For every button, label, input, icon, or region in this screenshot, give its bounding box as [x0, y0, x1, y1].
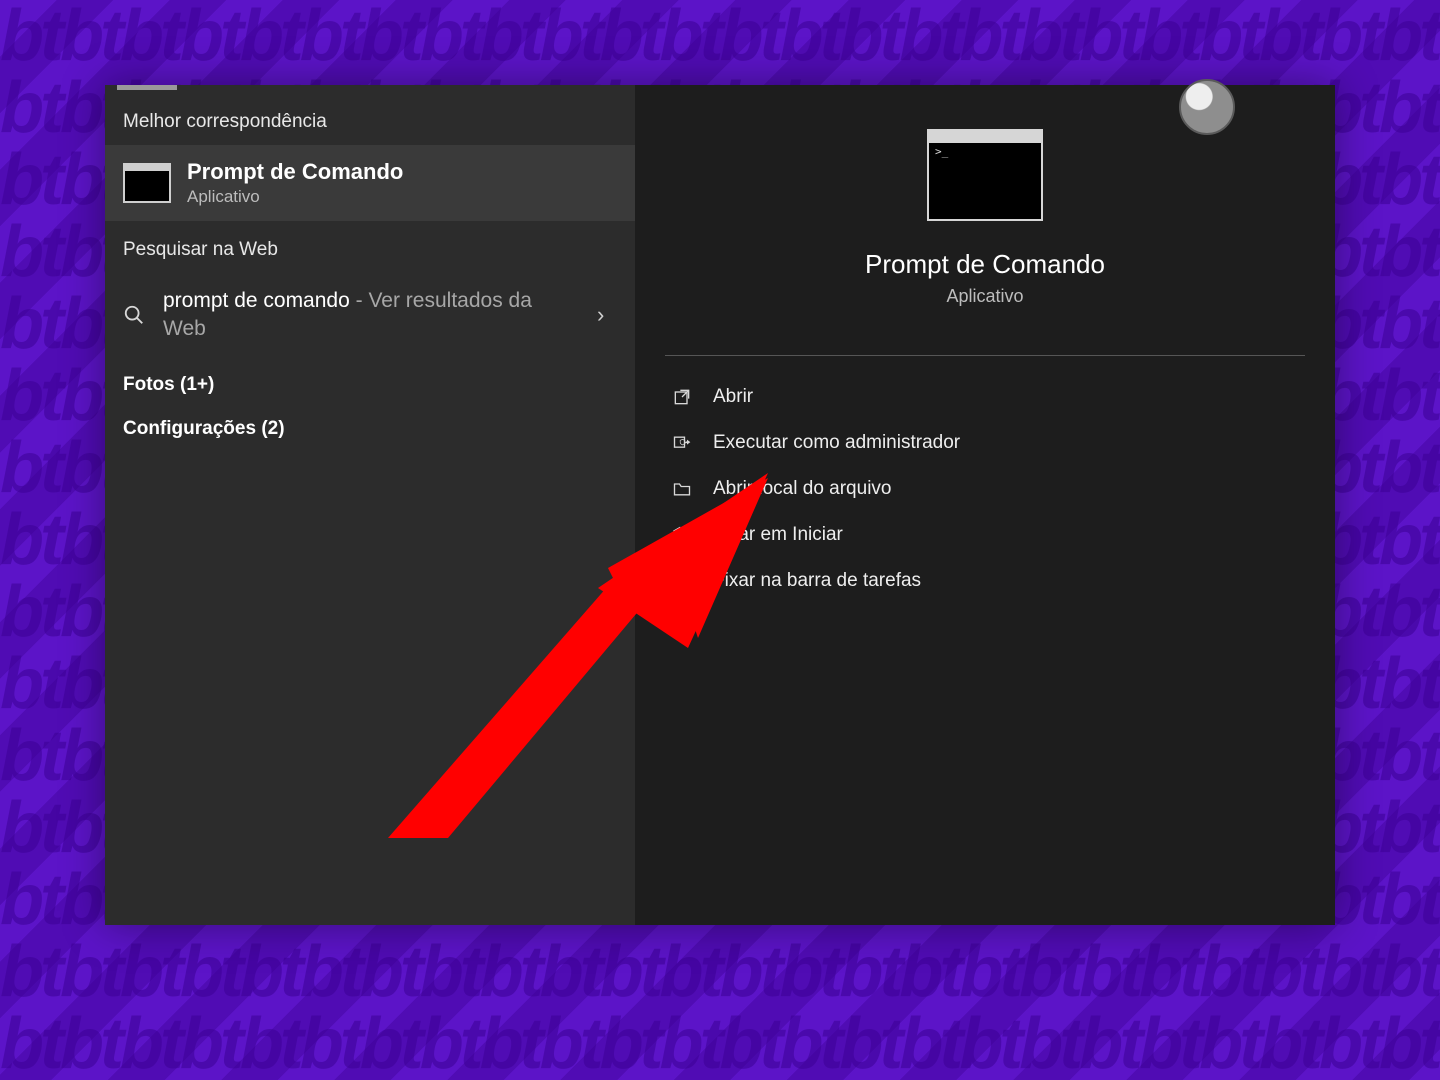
cmd-icon — [927, 129, 1043, 221]
results-column: Melhor correspondência Prompt de Comando… — [105, 85, 635, 925]
open-icon — [671, 386, 693, 408]
preview-column: Prompt de Comando Aplicativo Abrir Execu… — [635, 85, 1335, 925]
action-run-admin[interactable]: Executar como administrador — [665, 420, 1305, 466]
cmd-icon — [123, 163, 171, 203]
admin-icon — [671, 432, 693, 454]
action-pin-start[interactable]: Fixar em Iniciar — [665, 512, 1305, 558]
best-match-texts: Prompt de Comando Aplicativo — [187, 159, 403, 207]
filter-count: (1+) — [180, 374, 214, 395]
web-search-label: prompt de comando - Ver resultados da We… — [163, 287, 579, 344]
action-open-location[interactable]: Abrir local do arquivo — [665, 466, 1305, 512]
start-search-panel: Melhor correspondência Prompt de Comando… — [105, 85, 1335, 925]
web-search-result[interactable]: prompt de comando - Ver resultados da We… — [105, 273, 635, 358]
filter-label: Fotos — [123, 374, 175, 395]
best-match-result[interactable]: Prompt de Comando Aplicativo — [105, 145, 635, 221]
tab-indicator — [117, 85, 177, 90]
filter-fotos[interactable]: Fotos (1+) — [105, 358, 635, 402]
action-list: Abrir Executar como administrador Abrir … — [635, 366, 1335, 612]
action-label: Fixar em Iniciar — [713, 524, 843, 546]
action-label: Abrir — [713, 386, 753, 408]
chevron-right-icon: › — [597, 302, 617, 328]
action-pin-taskbar[interactable]: Fixar na barra de tarefas — [665, 558, 1305, 604]
best-match-subtitle: Aplicativo — [187, 187, 403, 207]
preview-subtitle: Aplicativo — [946, 286, 1023, 307]
filter-count: (2) — [261, 418, 284, 439]
pin-start-icon — [671, 524, 693, 546]
search-icon — [123, 304, 145, 326]
best-match-title: Prompt de Comando — [187, 159, 403, 185]
filter-config[interactable]: Configurações (2) — [105, 402, 635, 446]
action-label: Fixar na barra de tarefas — [713, 570, 921, 592]
user-avatar[interactable] — [1179, 79, 1235, 135]
filter-label: Configurações — [123, 418, 256, 439]
web-heading: Pesquisar na Web — [105, 221, 635, 273]
action-label: Abrir local do arquivo — [713, 478, 891, 500]
web-search-query: prompt de comando — [163, 289, 350, 312]
action-open[interactable]: Abrir — [665, 374, 1305, 420]
preview-title: Prompt de Comando — [865, 249, 1105, 280]
action-label: Executar como administrador — [713, 432, 960, 454]
divider — [665, 355, 1305, 356]
best-match-heading: Melhor correspondência — [105, 93, 635, 145]
pin-taskbar-icon — [671, 570, 693, 592]
folder-icon — [671, 478, 693, 500]
